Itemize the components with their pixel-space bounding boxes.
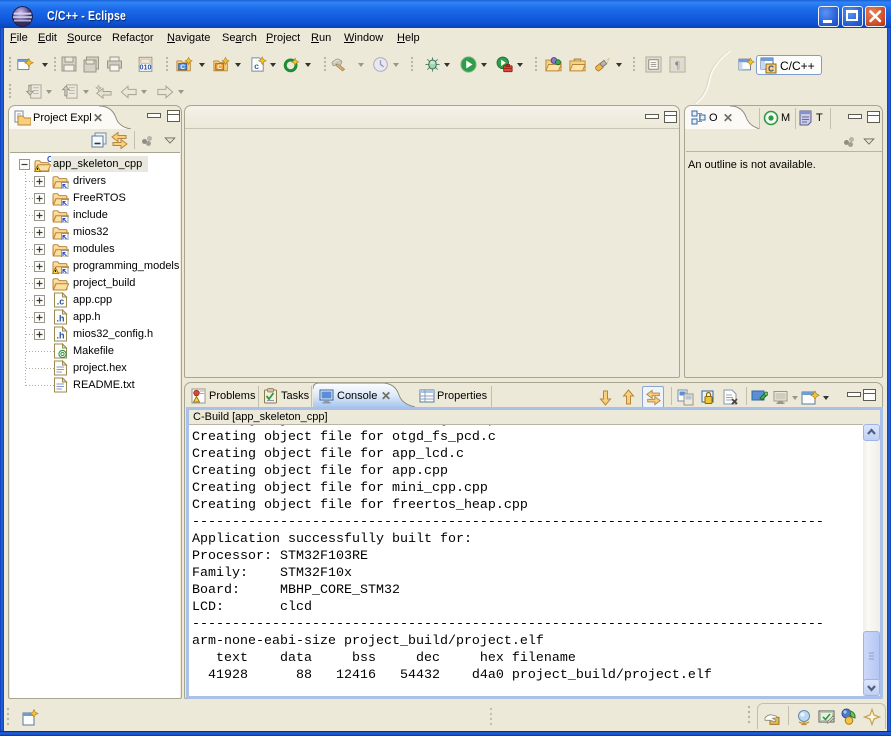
- svg-text:.h: .h: [57, 331, 65, 341]
- svg-text:C: C: [768, 65, 774, 74]
- svg-text:C: C: [47, 156, 51, 164]
- svg-text:¶: ¶: [675, 60, 680, 71]
- svg-text:.c: .c: [57, 297, 65, 307]
- svg-text:C: C: [217, 64, 222, 71]
- svg-text:010: 010: [139, 63, 151, 72]
- svg-text:.h: .h: [57, 314, 65, 324]
- svg-text:C: C: [180, 64, 185, 71]
- svg-text:c: c: [254, 61, 259, 71]
